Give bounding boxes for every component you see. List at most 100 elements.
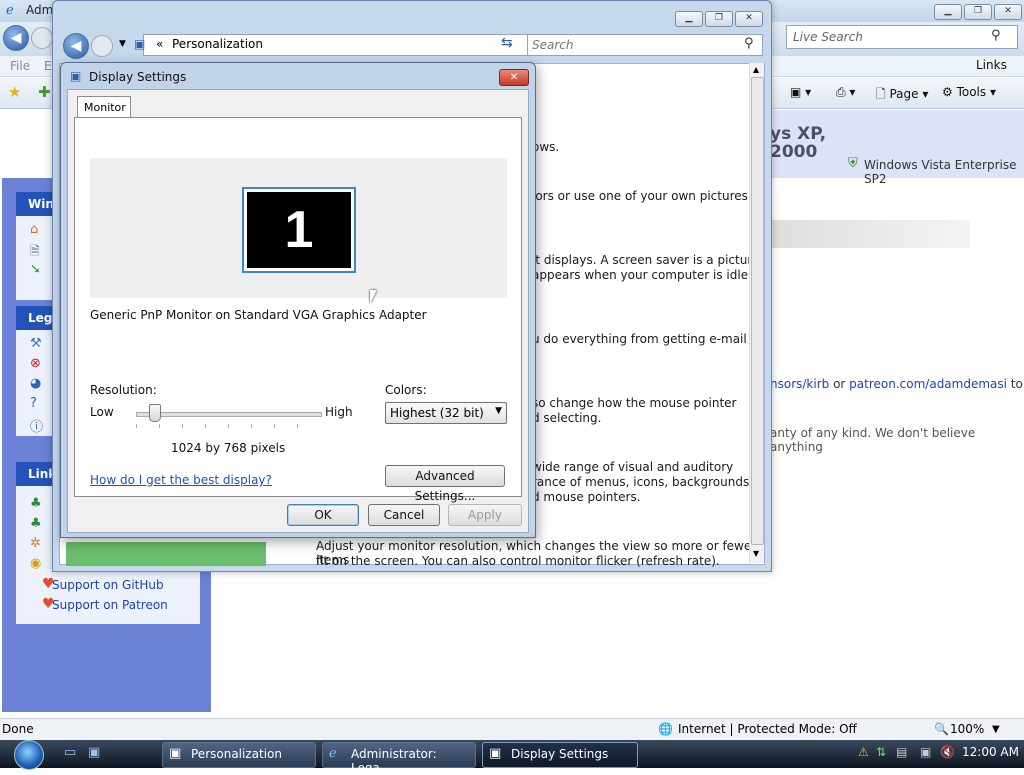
address-text: Personalization [172, 37, 263, 51]
pers-text-6b: rance of menus, icons, backgrounds, [532, 475, 754, 489]
restore-icon[interactable]: ❐ [964, 4, 992, 20]
cancel-button[interactable]: Cancel [368, 504, 440, 526]
tools-menu[interactable]: ⚙ Tools ▾ [942, 85, 996, 99]
pers-text-1: ows. [532, 140, 560, 154]
ok-button[interactable]: OK [287, 504, 359, 526]
resolution-low-label: Low [90, 405, 114, 419]
media-icon[interactable]: ◉ [30, 556, 41, 571]
volume-muted-icon[interactable]: 🔇 [940, 745, 955, 759]
pers-text-3a: it displays. A screen saver is a picture [532, 253, 760, 267]
control-panel-icon: ▣ [169, 746, 182, 761]
network-icon[interactable]: ⇅ [876, 745, 886, 759]
banner-vista: Windows Vista Enterprise SP2 [864, 158, 1017, 186]
refresh-icon[interactable]: ⇆ [501, 35, 513, 51]
clock[interactable]: 12:00 AM [962, 745, 1019, 759]
favorites-star-icon[interactable]: ★ [8, 83, 21, 101]
resolution-slider-track[interactable] [136, 412, 322, 417]
globe-icon[interactable]: ◕ [30, 376, 41, 391]
tab-monitor[interactable]: Monitor [77, 96, 131, 119]
ie-icon: ℯ [329, 746, 337, 761]
scroll-thumb[interactable] [751, 77, 764, 545]
taskbar-item-display-settings[interactable]: ▣ Display Settings [482, 742, 638, 768]
error-icon[interactable]: ⊗ [30, 356, 41, 371]
taskbar-label-display: Display Settings [511, 747, 609, 761]
home-icon[interactable]: ⌂ [30, 222, 38, 237]
resolution-slider-thumb[interactable] [149, 404, 161, 422]
github-sponsors-link[interactable]: nsors/kirb [770, 377, 829, 391]
apply-button[interactable]: Apply [448, 504, 522, 526]
minimize-icon[interactable]: ▁ [934, 4, 962, 20]
page-icon[interactable]: 🗎 [30, 242, 40, 263]
monitor-preview-area: 1 [90, 158, 507, 298]
slider-ticks [136, 424, 320, 428]
tool-icon[interactable]: ⚒ [30, 336, 42, 351]
forward-icon[interactable] [31, 27, 53, 49]
tools-menu-label: Tools [956, 85, 987, 99]
colors-select[interactable]: Highest (32 bit) ▼ [385, 402, 507, 424]
ie-search-input[interactable]: Live Search ⚲ [786, 25, 1018, 49]
warranty-text: anty of any kind. We don't believe anyth… [770, 426, 976, 454]
banner-2000: 2000 [770, 142, 818, 162]
zone-text[interactable]: Internet | Protected Mode: Off [678, 722, 857, 736]
menu-file[interactable]: File [10, 59, 30, 73]
pers-search-input[interactable]: Search ⚲ [527, 34, 763, 56]
pers-text-2: lors or use one of your own pictures [532, 189, 748, 203]
support-github-link[interactable]: Support on GitHub [52, 578, 164, 592]
menu-edit[interactable]: E [44, 59, 52, 73]
search-icon[interactable]: ⚲ [991, 28, 1001, 43]
restore-icon[interactable]: ❐ [705, 11, 733, 27]
arrow-icon[interactable]: ➘ [30, 262, 41, 277]
print-icon[interactable]: ⎙ ▾ [836, 85, 855, 100]
scroll-down-icon[interactable]: ▼ [753, 549, 759, 558]
recent-pages-icon[interactable]: ▼ [119, 39, 126, 49]
security-alert-icon[interactable]: ⚠ [858, 745, 869, 759]
monitor-tray-icon[interactable]: ▣ [920, 745, 931, 759]
users-icon[interactable]: ♣ [30, 496, 42, 511]
minimize-icon[interactable]: ▁ [675, 11, 703, 27]
patreon-link[interactable]: patreon.com/adamdemasi [849, 377, 1007, 391]
ie-statusbar: Done 🌐 Internet | Protected Mode: Off 🔍 … [0, 718, 1024, 741]
vertical-scrollbar[interactable]: ▲ ▼ [749, 63, 764, 563]
taskbar-label-personalization: Personalization [191, 747, 282, 761]
tab-monitor-label: Monitor [84, 101, 126, 114]
page-menu[interactable]: 🗋 Page ▾ [876, 85, 928, 106]
back-icon[interactable]: ◀ [3, 25, 29, 51]
grey-strip [760, 220, 970, 248]
close-icon[interactable]: ✕ [994, 4, 1022, 20]
chevron-down-icon[interactable]: ▼ [992, 724, 1000, 735]
address-bar[interactable]: ▣ « Personalization ▼ [134, 34, 541, 56]
forward-icon[interactable] [91, 35, 113, 57]
messenger-icon[interactable]: ✲ [30, 536, 41, 551]
green-strip [66, 542, 266, 566]
links-label[interactable]: Links [976, 58, 1007, 72]
chevron-down-icon: ▼ [495, 406, 502, 416]
taskbar-item-personalization[interactable]: ▣ Personalization [162, 742, 316, 768]
monitor-name: Generic PnP Monitor on Standard VGA Grap… [90, 308, 427, 322]
monitor-number: 1 [247, 192, 351, 268]
help-link[interactable]: How do I get the best display? [90, 473, 272, 487]
pers-text-5a: so change how the mouse pointer [532, 396, 737, 410]
ie-search-placeholder: Live Search [793, 30, 863, 44]
scroll-up-icon[interactable]: ▲ [753, 65, 759, 74]
resolution-high-label: High [325, 405, 353, 419]
zoom-level[interactable]: 100% [950, 722, 984, 736]
monitor-1[interactable]: 1 [242, 187, 356, 273]
users-icon[interactable]: ♣ [30, 516, 42, 531]
search-icon[interactable]: ⚲ [744, 36, 754, 51]
show-desktop-icon[interactable]: ▭ [64, 745, 76, 760]
info-icon[interactable]: ⓘ [30, 416, 43, 435]
support-patreon-link[interactable]: Support on Patreon [52, 598, 168, 612]
start-orb-icon[interactable] [8, 740, 50, 770]
vm-icon[interactable]: ▤ [896, 745, 907, 759]
zoom-icon[interactable]: 🔍 [934, 722, 949, 736]
close-icon[interactable]: ✕ [735, 11, 763, 27]
close-icon[interactable]: ✕ [499, 69, 529, 86]
display-settings-dialog: ▣ Display Settings ✕ Monitor 1 Generic P… [60, 62, 536, 538]
feeds-icon[interactable]: ▣ ▾ [790, 85, 811, 99]
help-icon[interactable]: ? [30, 396, 37, 411]
taskbar-item-admin[interactable]: ℯ Administrator: Lega... [322, 742, 476, 775]
switch-windows-icon[interactable]: ▣ [88, 745, 100, 760]
advanced-settings-button[interactable]: Advanced Settings... [385, 465, 505, 503]
add-favorite-icon[interactable]: ✚ [38, 83, 51, 101]
back-icon[interactable]: ◀ [63, 33, 89, 59]
